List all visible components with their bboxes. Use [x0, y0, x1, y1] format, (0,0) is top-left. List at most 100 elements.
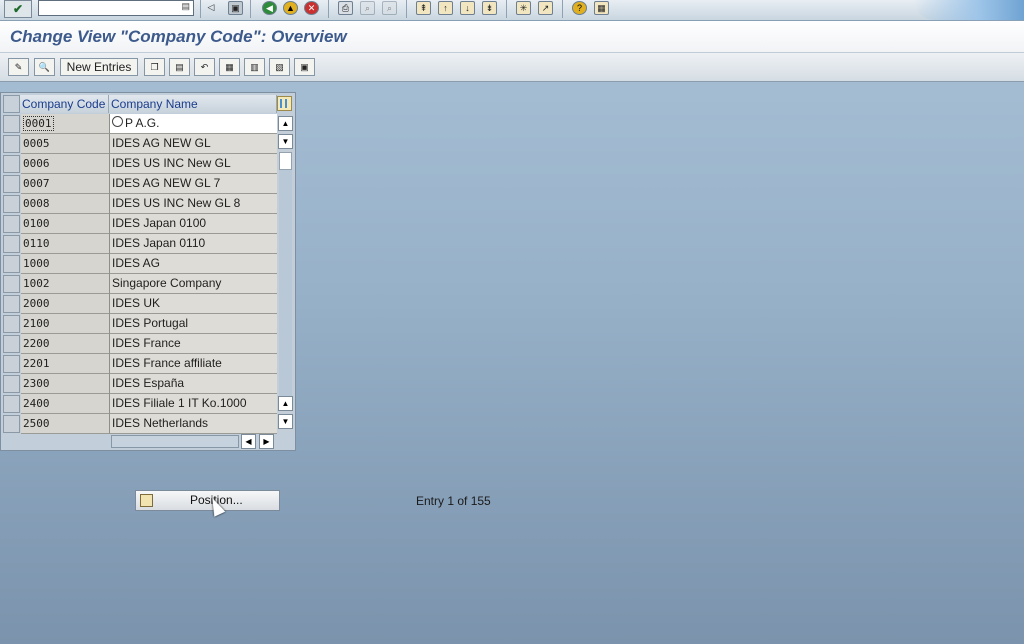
table-row[interactable]: 2500 IDES Netherlands: [3, 414, 277, 434]
command-dropdown-icon[interactable]: ▤: [181, 1, 190, 12]
enter-button[interactable]: ✔: [4, 0, 32, 18]
company-code-cell[interactable]: 2100: [21, 314, 110, 334]
company-code-cell[interactable]: 0005: [21, 134, 110, 154]
company-name-cell[interactable]: IDES Japan 0100: [110, 214, 277, 234]
details-icon[interactable]: 🔍: [34, 58, 55, 76]
row-selector[interactable]: [3, 235, 20, 253]
table-row[interactable]: 0110 IDES Japan 0110: [3, 234, 277, 254]
row-selector[interactable]: [3, 355, 20, 373]
scroll-left-icon[interactable]: ◀: [241, 434, 256, 449]
row-selector[interactable]: [3, 175, 20, 193]
row-selector[interactable]: [3, 315, 20, 333]
company-code-cell[interactable]: 2400: [21, 394, 110, 414]
company-name-cell[interactable]: IDES AG NEW GL 7: [110, 174, 277, 194]
scroll-up-icon[interactable]: ▲: [278, 116, 293, 131]
display-change-icon[interactable]: ✎: [8, 58, 29, 76]
row-selector[interactable]: [3, 255, 20, 273]
copy-icon[interactable]: ❐: [144, 58, 165, 76]
new-entries-button[interactable]: New Entries: [60, 58, 138, 76]
company-code-cell[interactable]: 2000: [21, 294, 110, 314]
vertical-scrollbar[interactable]: ▲ ▼ ▲ ▼: [278, 114, 294, 432]
previous-page-icon[interactable]: ↑: [438, 1, 453, 15]
table-settings-icon[interactable]: [277, 96, 292, 111]
company-name-cell[interactable]: IDES France: [110, 334, 277, 354]
table-row[interactable]: 0100 IDES Japan 0100: [3, 214, 277, 234]
company-name-cell[interactable]: IDES France affiliate: [110, 354, 277, 374]
row-selector[interactable]: [3, 395, 20, 413]
table-row[interactable]: 2200 IDES France: [3, 334, 277, 354]
table-row[interactable]: 0006 IDES US INC New GL: [3, 154, 277, 174]
exit-icon[interactable]: ▲: [283, 1, 298, 15]
company-code-cell[interactable]: 0100: [21, 214, 110, 234]
table-row[interactable]: 2300 IDES España: [3, 374, 277, 394]
company-name-cell[interactable]: IDES AG NEW GL: [110, 134, 277, 154]
column-header-company-name[interactable]: Company Name: [109, 95, 277, 113]
table-row[interactable]: 0007 IDES AG NEW GL 7: [3, 174, 277, 194]
table-row[interactable]: 1002 Singapore Company: [3, 274, 277, 294]
scroll-down-icon[interactable]: ▼: [278, 134, 293, 149]
row-selector[interactable]: [3, 195, 20, 213]
delete-icon[interactable]: ▤: [169, 58, 190, 76]
find-icon[interactable]: ⌕: [360, 1, 375, 15]
table-row[interactable]: 0001 P A.G.: [3, 114, 277, 134]
row-selector[interactable]: [3, 115, 20, 133]
company-code-cell[interactable]: 0007: [21, 174, 110, 194]
print-icon[interactable]: ⎙: [338, 1, 353, 15]
page-down-icon[interactable]: ▼: [278, 414, 293, 429]
table-row[interactable]: 1000 IDES AG: [3, 254, 277, 274]
select-block-icon[interactable]: ▥: [244, 58, 265, 76]
company-name-cell[interactable]: IDES Japan 0110: [110, 234, 277, 254]
row-selector[interactable]: [3, 295, 20, 313]
horizontal-scroll-track[interactable]: [111, 435, 239, 448]
company-name-cell[interactable]: IDES España: [110, 374, 277, 394]
layout-icon[interactable]: ▦: [594, 1, 609, 15]
company-code-cell[interactable]: 1002: [21, 274, 110, 294]
company-code-cell[interactable]: 0110: [21, 234, 110, 254]
select-all-icon[interactable]: ▦: [219, 58, 240, 76]
deselect-all-icon[interactable]: ▧: [269, 58, 290, 76]
row-selector[interactable]: [3, 415, 20, 433]
company-code-cell[interactable]: 2201: [21, 354, 110, 374]
company-code-cell[interactable]: 2300: [21, 374, 110, 394]
find-next-icon[interactable]: ⌕: [382, 1, 397, 15]
undo-change-icon[interactable]: ↶: [194, 58, 215, 76]
company-name-cell[interactable]: IDES Portugal: [110, 314, 277, 334]
row-selector[interactable]: [3, 375, 20, 393]
last-page-icon[interactable]: ⇟: [482, 1, 497, 15]
company-code-cell[interactable]: 2500: [21, 414, 110, 434]
cancel-icon[interactable]: ✕: [304, 1, 319, 15]
company-name-cell[interactable]: P A.G.: [110, 114, 277, 134]
table-row[interactable]: 0005 IDES AG NEW GL: [3, 134, 277, 154]
select-all-header[interactable]: [3, 95, 20, 113]
company-code-cell[interactable]: 0006: [21, 154, 110, 174]
company-code-cell[interactable]: 1000: [21, 254, 110, 274]
new-session-icon[interactable]: ✳: [516, 1, 531, 15]
company-code-cell[interactable]: 0008: [21, 194, 110, 214]
company-name-cell[interactable]: IDES US INC New GL: [110, 154, 277, 174]
page-up-icon[interactable]: ▲: [278, 396, 293, 411]
help-icon[interactable]: ?: [572, 1, 587, 15]
company-name-cell[interactable]: IDES Netherlands: [110, 414, 277, 434]
row-selector[interactable]: [3, 275, 20, 293]
horizontal-scrollbar[interactable]: ◀ ▶: [111, 434, 275, 449]
row-selector[interactable]: [3, 215, 20, 233]
variant-icon[interactable]: ▣: [294, 58, 315, 76]
table-row[interactable]: 2400 IDES Filiale 1 IT Ko.1000: [3, 394, 277, 414]
scroll-thumb[interactable]: [279, 152, 292, 170]
save-icon[interactable]: ▣: [228, 1, 243, 15]
first-page-icon[interactable]: ⇞: [416, 1, 431, 15]
company-code-cell[interactable]: 2200: [21, 334, 110, 354]
command-field[interactable]: ▤: [38, 0, 194, 16]
table-row[interactable]: 2100 IDES Portugal: [3, 314, 277, 334]
column-header-company-code[interactable]: Company Code: [20, 95, 109, 113]
back-icon[interactable]: ◀: [262, 1, 277, 15]
next-page-icon[interactable]: ↓: [460, 1, 475, 15]
scroll-right-icon[interactable]: ▶: [259, 434, 274, 449]
search-help-icon[interactable]: [112, 116, 123, 127]
history-back-icon[interactable]: ◁: [206, 1, 216, 15]
company-name-cell[interactable]: IDES US INC New GL 8: [110, 194, 277, 214]
table-row[interactable]: 0008 IDES US INC New GL 8: [3, 194, 277, 214]
company-name-cell[interactable]: IDES UK: [110, 294, 277, 314]
company-code-cell[interactable]: 0001: [21, 114, 110, 134]
row-selector[interactable]: [3, 155, 20, 173]
